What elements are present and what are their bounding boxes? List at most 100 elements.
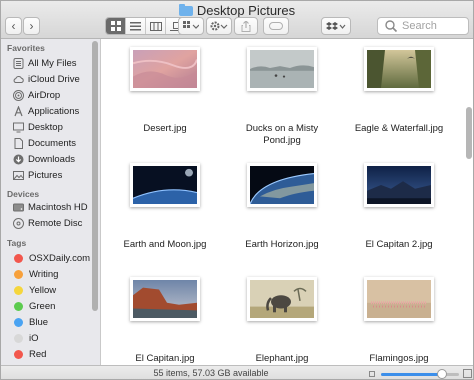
file-name-label[interactable]: El Capitan.jpg [110, 353, 220, 365]
sidebar-item-label: Desktop [28, 121, 63, 133]
file-name-line: Pond.jpg [263, 135, 301, 146]
sidebar-item-remote-disc[interactable]: Remote Disc [1, 215, 93, 231]
folder-icon [178, 4, 193, 16]
status-bar: 55 items, 57.03 GB available [1, 365, 473, 379]
downloads-icon [13, 154, 24, 164]
dropbox-button[interactable] [321, 17, 351, 35]
sidebar-tag-item[interactable]: OSXDaily.com [1, 250, 93, 266]
file-name-label[interactable]: El Capitan 2.jpg [344, 239, 454, 251]
image-preview [250, 166, 314, 204]
file-name-line: Elephant.jpg [255, 353, 309, 364]
file-name-label[interactable]: Earth and Moon.jpg [110, 239, 220, 251]
sidebar-tag-item[interactable]: Green [1, 298, 93, 314]
airdrop-icon [13, 89, 24, 101]
sidebar-item-label: All My Files [28, 57, 77, 69]
icon-view-icon [110, 21, 121, 31]
share-button[interactable] [234, 17, 258, 35]
file-name-label[interactable]: Flamingos.jpg [344, 353, 454, 365]
file-thumbnail[interactable] [247, 277, 317, 321]
finder-window: Desktop Pictures ‹ › Search Favorites Al… [0, 0, 474, 380]
file-thumbnail[interactable] [247, 163, 317, 207]
file-thumbnail[interactable] [364, 47, 434, 91]
disc-icon [13, 217, 24, 229]
tag-color-dot [14, 317, 23, 327]
file-thumbnail[interactable] [130, 277, 200, 321]
arrange-grid-icon [183, 21, 199, 29]
tag-icon [269, 22, 283, 30]
file-name-line: Earth and Moon.jpg [123, 239, 207, 250]
action-button[interactable] [206, 17, 232, 35]
back-button[interactable]: ‹ [5, 17, 22, 35]
forward-button[interactable]: › [23, 17, 40, 35]
sidebar-tag-item[interactable]: Blue [1, 314, 93, 330]
content-scrollbar[interactable] [466, 107, 472, 159]
tag-button[interactable] [263, 17, 289, 35]
sidebar-item-desktop[interactable]: Desktop [1, 119, 93, 135]
share-icon [241, 20, 251, 32]
back-arrow-icon: ‹ [11, 19, 16, 33]
search-icon [385, 20, 398, 33]
forward-arrow-icon: › [29, 19, 34, 33]
sidebar-item-label: Documents [28, 137, 77, 149]
tag-color-dot [14, 301, 23, 311]
file-thumbnail[interactable] [364, 163, 434, 207]
tag-label: Blue [29, 316, 49, 328]
file-thumbnail[interactable] [364, 277, 434, 321]
small-size-icon [369, 371, 375, 377]
file-thumbnail[interactable] [247, 47, 317, 91]
tag-label: iO [29, 332, 39, 344]
icon-view-button[interactable] [106, 18, 126, 34]
tag-label: Writing [29, 268, 59, 280]
applications-icon [14, 105, 23, 116]
sidebar-scrollbar[interactable] [92, 41, 98, 311]
arrange-button[interactable] [178, 17, 204, 35]
file-thumbnail[interactable] [130, 47, 200, 91]
file-name-line: Desert.jpg [143, 123, 187, 134]
tag-color-dot [14, 349, 23, 359]
image-preview [250, 280, 314, 318]
tag-color-dot [14, 253, 23, 263]
column-view-icon [149, 21, 162, 31]
list-view-button[interactable] [126, 18, 146, 34]
file-name-label[interactable]: Ducks on a Misty Pond.jpg [227, 123, 337, 147]
tag-color-dot [14, 285, 23, 295]
sidebar-tag-item[interactable]: Yellow [1, 282, 93, 298]
file-name-label[interactable]: Eagle & Waterfall.jpg [344, 123, 454, 135]
pictures-icon [13, 170, 24, 180]
favorites-header: Favorites [7, 43, 45, 53]
sidebar-item-airdrop[interactable]: AirDrop [1, 87, 93, 103]
sidebar-tag-item[interactable]: Red [1, 346, 93, 362]
window-title-text: Desktop Pictures [196, 3, 296, 18]
sidebar-tag-item[interactable]: Writing [1, 266, 93, 282]
sidebar: Favorites All My Files iCloud Drive AirD… [1, 39, 101, 365]
sidebar-item-downloads[interactable]: Downloads [1, 151, 93, 167]
sidebar-item-label: Downloads [28, 153, 75, 165]
file-name-line: Ducks on a Misty [245, 123, 319, 134]
image-preview [250, 50, 314, 88]
view-mode-group [105, 17, 187, 35]
file-name-label[interactable]: Earth Horizon.jpg [227, 239, 337, 251]
slider-knob[interactable] [436, 369, 447, 379]
slider-fill [381, 373, 442, 376]
sidebar-item-all-my-files[interactable]: All My Files [1, 55, 93, 71]
sidebar-item-icloud-drive[interactable]: iCloud Drive [1, 71, 93, 87]
file-name-line: El Capitan 2.jpg [365, 239, 433, 250]
file-thumbnail[interactable] [130, 163, 200, 207]
toolbar: Desktop Pictures ‹ › Search [1, 1, 473, 39]
sidebar-item-documents[interactable]: Documents [1, 135, 93, 151]
image-preview [367, 280, 431, 318]
hard-drive-icon [13, 203, 24, 211]
file-name-label[interactable]: Elephant.jpg [227, 353, 337, 365]
search-field[interactable]: Search [377, 17, 469, 35]
sidebar-item-applications[interactable]: Applications [1, 103, 93, 119]
icon-size-slider[interactable] [381, 369, 459, 379]
sidebar-item-pictures[interactable]: Pictures [1, 167, 93, 183]
file-name-line: Eagle & Waterfall.jpg [354, 123, 444, 134]
file-name-label[interactable]: Desert.jpg [110, 123, 220, 135]
dropbox-icon [326, 21, 346, 30]
sidebar-tag-item[interactable]: iO [1, 330, 93, 346]
file-name-line: El Capitan.jpg [135, 353, 195, 364]
sidebar-item-macintosh-hd[interactable]: Macintosh HD [1, 199, 93, 215]
column-view-button[interactable] [146, 18, 166, 34]
sidebar-item-label: Pictures [28, 169, 63, 181]
